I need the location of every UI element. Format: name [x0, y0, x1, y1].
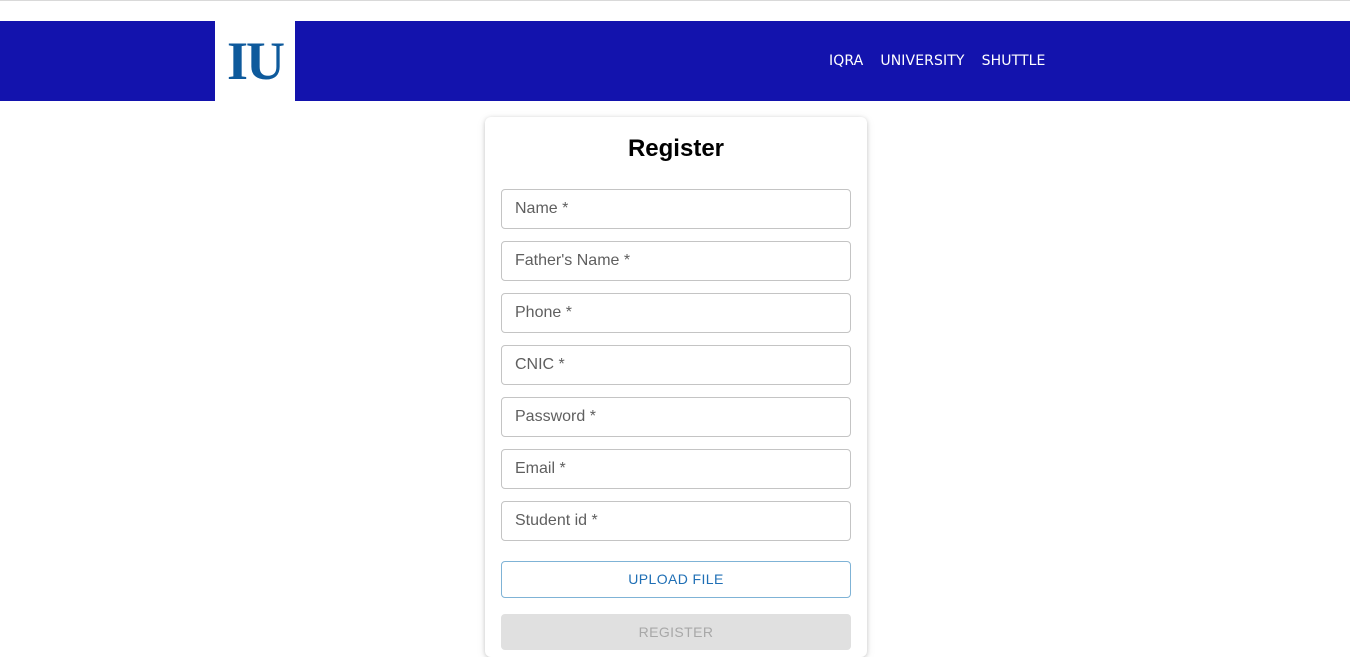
university-logo[interactable]: IU [215, 21, 295, 101]
student-id-input[interactable] [501, 501, 851, 541]
site-title: IQRA UNIVERSITY SHUTTLE [829, 53, 1046, 69]
upload-file-button[interactable]: UPLOAD FILE [501, 561, 851, 598]
register-title: Register [627, 135, 725, 162]
register-card: Register UPLOAD FILE REGISTER [485, 117, 867, 657]
logo-text: IU [226, 31, 285, 91]
phone-input[interactable] [501, 293, 851, 333]
top-divider [0, 0, 1350, 1]
register-button[interactable]: REGISTER [501, 614, 851, 650]
password-input[interactable] [501, 397, 851, 437]
cnic-input[interactable] [501, 345, 851, 385]
header-bar: IU IQRA UNIVERSITY SHUTTLE [0, 21, 1350, 101]
email-input[interactable] [501, 449, 851, 489]
name-input[interactable] [501, 189, 851, 229]
father-name-input[interactable] [501, 241, 851, 281]
